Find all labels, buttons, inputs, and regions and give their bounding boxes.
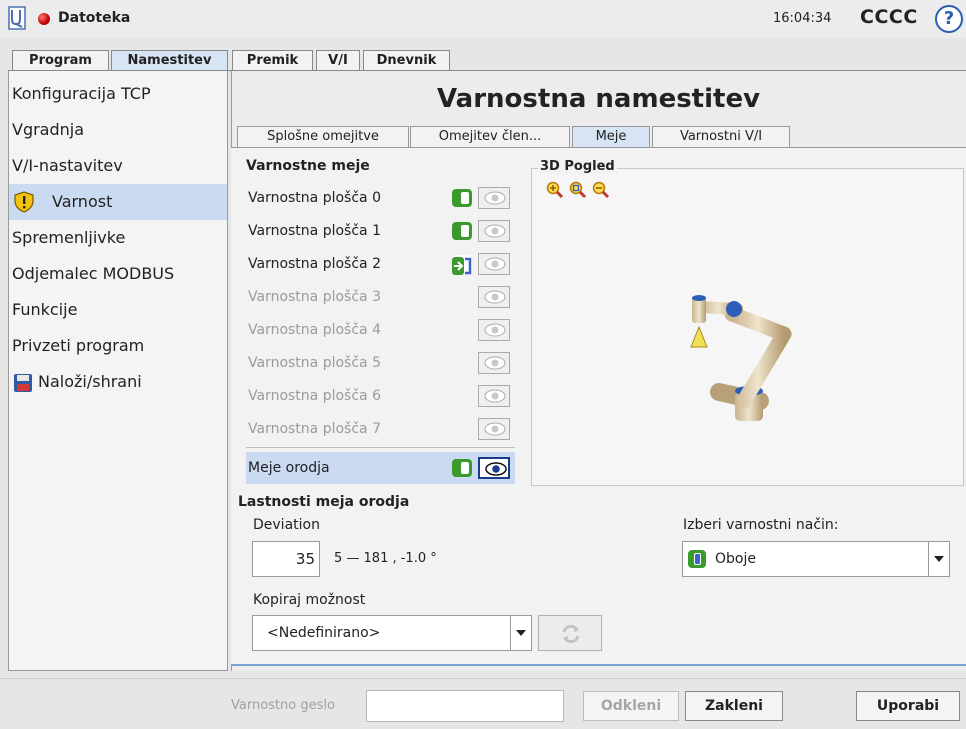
safety-plane-row-0[interactable]: Varnostna plošča 0 <box>246 182 515 214</box>
eye-icon[interactable] <box>478 220 510 242</box>
safety-mode-value: Oboje <box>715 551 756 567</box>
sidebar-item-label: Privzeti program <box>12 336 145 355</box>
sidebar-item-label: V/I-nastavitev <box>12 156 123 175</box>
safety-plane-label: Varnostna plošča 5 <box>248 355 381 371</box>
eye-icon[interactable] <box>478 385 510 407</box>
safety-plane-label: Varnostna plošča 1 <box>248 223 381 239</box>
sidebar-item-label: Funkcije <box>12 300 78 319</box>
warning-shield-icon <box>14 191 34 213</box>
safety-plane-row-4[interactable]: Varnostna plošča 4 <box>246 314 515 346</box>
clock: 16:04:34 <box>773 11 832 26</box>
safety-password-input[interactable] <box>366 690 564 722</box>
help-icon[interactable]: ? <box>935 5 963 33</box>
zoom-in-icon[interactable] <box>546 181 564 199</box>
safety-password-label: Varnostno geslo <box>231 698 335 713</box>
plane-enabled-icon[interactable] <box>452 189 472 207</box>
tool-boundary-properties-heading: Lastnosti meja orodja <box>238 494 410 510</box>
copy-feature-value: <Nedefinirano> <box>267 625 381 641</box>
sidebar-item-label: Spremenljivke <box>12 228 126 247</box>
safety-plane-row-3[interactable]: Varnostna plošča 3 <box>246 281 515 313</box>
safety-plane-label: Varnostna plošča 2 <box>248 256 381 272</box>
tab-omejitev-clenov[interactable]: Omejitev člen... <box>410 126 570 147</box>
ur-logo-icon <box>8 6 26 30</box>
divider <box>246 447 515 448</box>
copy-feature-select[interactable]: <Nedefinirano> <box>252 615 532 651</box>
safety-plane-row-1[interactable]: Varnostna plošča 1 <box>246 215 515 247</box>
safety-mode-select[interactable]: Oboje <box>682 541 950 577</box>
plane-trigger-icon[interactable] <box>452 255 472 275</box>
safety-plane-label: Varnostna plošča 3 <box>248 289 381 305</box>
eye-icon[interactable] <box>478 457 510 479</box>
tab-meje[interactable]: Meje <box>572 126 650 147</box>
zoom-fit-icon[interactable] <box>569 181 587 199</box>
deviation-label: Deviation <box>253 517 320 533</box>
sidebar-item-privzeti-program[interactable]: Privzeti program <box>9 328 227 364</box>
safety-plane-label: Varnostna plošča 0 <box>248 190 381 206</box>
zoom-out-icon[interactable] <box>592 181 610 199</box>
eye-icon[interactable] <box>478 319 510 341</box>
sidebar-item-varnost[interactable]: Varnost <box>9 184 227 220</box>
eye-icon[interactable] <box>478 352 510 374</box>
deviation-range: 5 — 181 , -1.0 ° <box>334 551 437 566</box>
eye-icon[interactable] <box>478 253 510 275</box>
3d-view[interactable] <box>531 168 964 486</box>
eye-icon[interactable] <box>478 286 510 308</box>
sidebar-item-nalozi-shrani[interactable]: Naloži/shrani <box>9 364 227 400</box>
floppy-disk-icon <box>14 374 32 392</box>
tool-boundary-enabled-icon[interactable] <box>452 459 472 477</box>
safety-plane-label: Varnostna plošča 4 <box>248 322 381 338</box>
eye-icon[interactable] <box>478 418 510 440</box>
safety-plane-row-7[interactable]: Varnostna plošča 7 <box>246 413 515 445</box>
lock-button[interactable]: Zakleni <box>685 691 783 721</box>
tool-boundary-row[interactable]: Meje orodja <box>246 452 515 484</box>
sidebar-item-odjemalec-modbus[interactable]: Odjemalec MODBUS <box>9 256 227 292</box>
sidebar-item-label: Vgradnja <box>12 120 85 139</box>
sidebar-item-label: Naloži/shrani <box>38 372 142 391</box>
tab-vi[interactable]: V/I <box>316 50 360 71</box>
robot-3d-model <box>690 295 792 421</box>
mode-both-icon <box>688 550 706 568</box>
refresh-icon <box>562 624 580 644</box>
sidebar-item-vi-nastavitev[interactable]: V/I-nastavitev <box>9 148 227 184</box>
apply-button[interactable]: Uporabi <box>856 691 960 721</box>
3d-view-label: 3D Pogled <box>538 159 617 174</box>
robot-status-icon[interactable] <box>38 13 50 25</box>
tab-splosne-omejitve[interactable]: Splošne omejitve <box>237 126 409 147</box>
sidebar-item-vgradnja[interactable]: Vgradnja <box>9 112 227 148</box>
deviation-input[interactable]: 35 <box>252 541 320 577</box>
safety-plane-row-6[interactable]: Varnostna plošča 6 <box>246 380 515 412</box>
safety-mode-label: Izberi varnostni način: <box>683 517 839 533</box>
tab-namestitev[interactable]: Namestitev <box>111 50 228 71</box>
safety-plane-label: Varnostna plošča 7 <box>248 421 381 437</box>
sidebar: Konfiguracija TCP Vgradnja V/I-nastavite… <box>8 71 228 671</box>
tab-premik[interactable]: Premik <box>232 50 313 71</box>
tab-dnevnik[interactable]: Dnevnik <box>363 50 450 71</box>
eye-icon[interactable] <box>478 187 510 209</box>
unlock-button[interactable]: Odkleni <box>583 691 679 721</box>
safety-boundaries-heading: Varnostne meje <box>246 158 370 174</box>
copy-feature-label: Kopiraj možnost <box>253 592 366 608</box>
file-menu[interactable]: Datoteka <box>58 10 130 26</box>
plane-enabled-icon[interactable] <box>452 222 472 240</box>
safety-plane-row-5[interactable]: Varnostna plošča 5 <box>246 347 515 379</box>
tool-boundary-label: Meje orodja <box>248 460 330 476</box>
sidebar-item-funkcije[interactable]: Funkcije <box>9 292 227 328</box>
refresh-button[interactable] <box>538 615 602 651</box>
sidebar-item-konfiguracija-tcp[interactable]: Konfiguracija TCP <box>9 76 227 112</box>
robot-name: CCCC <box>860 6 918 28</box>
sidebar-item-spremenljivke[interactable]: Spremenljivke <box>9 220 227 256</box>
tab-varnostni-vi[interactable]: Varnostni V/I <box>652 126 790 147</box>
tab-program[interactable]: Program <box>12 50 109 71</box>
page-title: Varnostna namestitev <box>436 84 761 114</box>
sidebar-item-label: Konfiguracija TCP <box>12 84 151 103</box>
sidebar-item-label: Odjemalec MODBUS <box>12 264 175 283</box>
chevron-down-icon[interactable] <box>928 542 949 576</box>
chevron-down-icon[interactable] <box>510 616 531 650</box>
safety-plane-row-2[interactable]: Varnostna plošča 2 <box>246 248 515 280</box>
safety-plane-label: Varnostna plošča 6 <box>248 388 381 404</box>
sidebar-item-label: Varnost <box>52 192 113 211</box>
